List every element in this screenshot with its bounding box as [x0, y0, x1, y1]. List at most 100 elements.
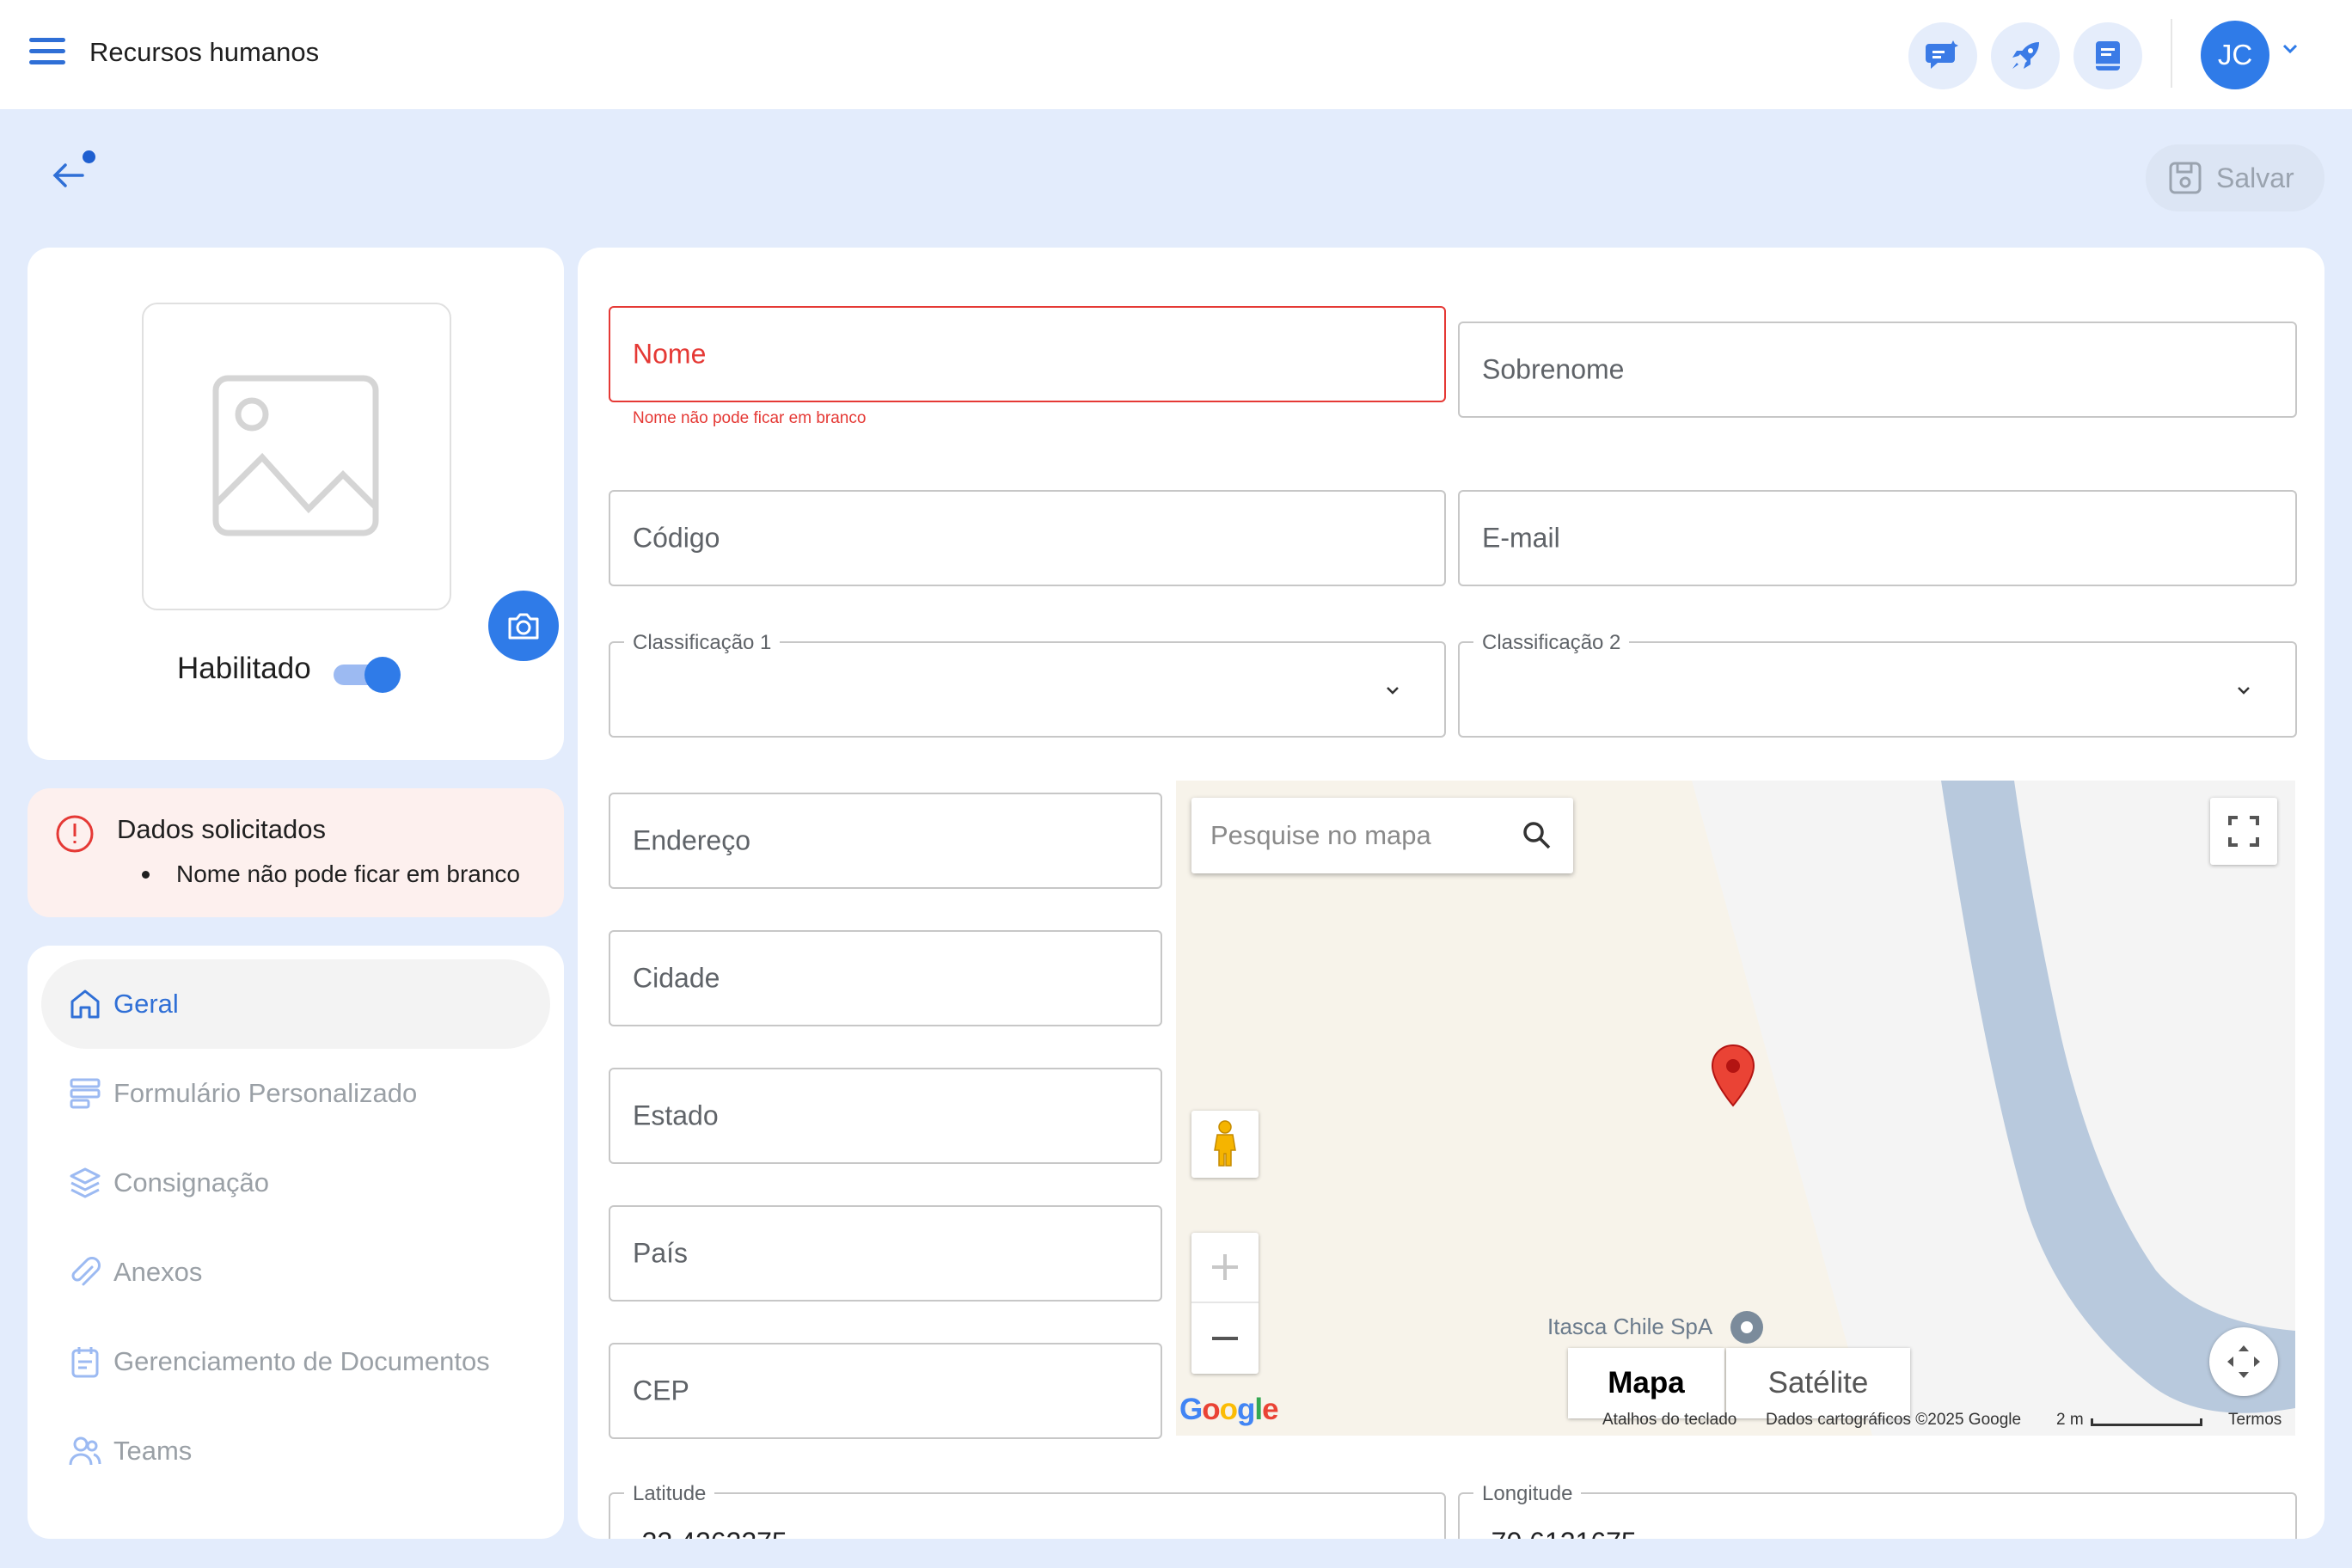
calendar-doc-icon [71, 1347, 99, 1378]
zoom-controls [1191, 1233, 1259, 1374]
codigo-field[interactable]: Código [609, 490, 1446, 586]
home-icon [70, 989, 100, 1019]
paperclip-icon [71, 1257, 101, 1286]
nav-item-formulario-personalizado[interactable]: Formulário Personalizado [41, 1049, 550, 1138]
map-place-label: Itasca Chile SpA [1547, 1314, 1713, 1339]
sobrenome-field[interactable]: Sobrenome [1458, 322, 2297, 418]
cidade-placeholder: Cidade [633, 962, 720, 994]
users-icon [69, 1436, 101, 1466]
pais-placeholder: País [633, 1237, 689, 1269]
map-camera-control[interactable] [2209, 1327, 2278, 1396]
unsaved-indicator-dot [83, 150, 95, 163]
sobrenome-placeholder: Sobrenome [1482, 353, 1625, 385]
nav-item-teams[interactable]: Teams [41, 1406, 550, 1496]
plus-icon [1212, 1254, 1238, 1280]
map-marker-icon[interactable] [1711, 1044, 1755, 1107]
pais-field[interactable]: País [609, 1205, 1162, 1302]
map-data-credit: Dados cartográficos ©2025 Google [1766, 1411, 2022, 1429]
latitude-value: -33.4262275 [633, 1527, 787, 1539]
classificacao2-label: Classificação 2 [1473, 631, 1630, 655]
nav-item-label: Teams [113, 1436, 193, 1466]
keyboard-shortcuts-link[interactable]: Atalhos do teclado [1602, 1411, 1736, 1430]
header-divider [2171, 19, 2172, 88]
nome-field[interactable]: Nome [609, 306, 1446, 402]
move-arrows-icon [2227, 1345, 2260, 1378]
fullscreen-button[interactable] [2210, 798, 2277, 865]
alert-circle-icon [56, 815, 94, 853]
map-scale-label: 2 m [2056, 1411, 2084, 1429]
rocket-icon[interactable] [1991, 22, 2060, 89]
form-icon [70, 1078, 101, 1109]
classificacao1-select[interactable]: Classificação 1 [609, 631, 1446, 738]
zoom-out-button[interactable] [1191, 1303, 1259, 1374]
map-search-input[interactable]: Pesquise no mapa [1191, 798, 1573, 873]
enabled-toggle[interactable] [334, 657, 401, 693]
cidade-field[interactable]: Cidade [609, 930, 1162, 1026]
floppy-disk-icon [2169, 162, 2202, 194]
alert-item: Nome não pode ficar em branco [113, 861, 520, 888]
longitude-field[interactable]: Longitude -70.6121675 [1458, 1482, 2297, 1539]
nome-placeholder: Nome [633, 338, 707, 370]
save-button[interactable]: Salvar [2146, 144, 2324, 211]
nav-item-anexos[interactable]: Anexos [41, 1228, 550, 1317]
camera-button[interactable] [488, 591, 559, 661]
map-scale-bar [2091, 1418, 2202, 1426]
map-terms-link[interactable]: Termos [2228, 1411, 2282, 1430]
email-placeholder: E-mail [1482, 522, 1560, 554]
map-search-placeholder: Pesquise no mapa [1210, 820, 1431, 850]
estado-field[interactable]: Estado [609, 1068, 1162, 1164]
google-logo: Google [1179, 1393, 1279, 1426]
app-header: Recursos humanos JC [0, 0, 2352, 109]
nome-error-message: Nome não pode ficar em branco [633, 409, 867, 427]
longitude-label: Longitude [1473, 1482, 1582, 1506]
book-icon[interactable] [2073, 22, 2142, 89]
classificacao2-select[interactable]: Classificação 2 [1458, 631, 2297, 738]
nav-item-label: Formulário Personalizado [113, 1078, 418, 1108]
chat-sparkle-icon[interactable] [1908, 22, 1977, 89]
classificacao1-label: Classificação 1 [624, 631, 781, 655]
chevron-down-icon [2238, 687, 2250, 695]
camera-icon [508, 613, 539, 640]
nav-item-label: Consignação [113, 1167, 269, 1197]
alert-title: Dados solicitados [117, 814, 326, 844]
layers-icon [70, 1167, 101, 1198]
fullscreen-icon [2228, 816, 2259, 847]
nav-item-label: Gerenciamento de Documentos [113, 1346, 490, 1376]
hamburger-menu-icon[interactable] [29, 38, 65, 72]
longitude-value: -70.6121675 [1482, 1527, 1637, 1539]
profile-photo-card: Habilitado [28, 248, 564, 760]
cep-field[interactable]: CEP [609, 1343, 1162, 1439]
street-view-pegman[interactable] [1191, 1111, 1259, 1178]
save-button-label: Salvar [2216, 162, 2294, 193]
map-type-satellite-button[interactable]: Satélite [1726, 1348, 1910, 1418]
nav-item-label: Anexos [113, 1257, 203, 1287]
nav-item-gerenciamento-documentos[interactable]: Gerenciamento de Documentos [41, 1317, 550, 1406]
minus-icon [1212, 1337, 1238, 1340]
zoom-in-button[interactable] [1191, 1233, 1259, 1303]
image-placeholder-icon [212, 375, 379, 536]
latitude-field[interactable]: Latitude -33.4262275 [609, 1482, 1446, 1539]
map-type-map-button[interactable]: Mapa [1568, 1348, 1724, 1418]
search-icon[interactable] [1522, 820, 1553, 851]
chevron-down-icon [1387, 687, 1399, 695]
nav-item-label: Geral [113, 989, 179, 1019]
required-data-alert: Dados solicitados Nome não pode ficar em… [28, 788, 564, 917]
app-title: Recursos humanos [89, 37, 320, 67]
email-field[interactable]: E-mail [1458, 490, 2297, 586]
enabled-label: Habilitado [177, 652, 311, 685]
chevron-down-icon[interactable] [2282, 43, 2299, 55]
codigo-placeholder: Código [633, 522, 720, 554]
photo-placeholder[interactable] [142, 303, 559, 661]
nav-item-geral[interactable]: Geral [41, 959, 550, 1049]
endereco-placeholder: Endereço [633, 824, 750, 856]
pegman-icon [1214, 1120, 1236, 1167]
place-pin-icon[interactable] [1728, 1308, 1766, 1346]
endereco-field[interactable]: Endereço [609, 793, 1162, 889]
estado-placeholder: Estado [633, 1099, 719, 1131]
nav-item-consignacao[interactable]: Consignação [41, 1138, 550, 1228]
section-nav: Geral Formulário Personalizado Consignaç… [28, 946, 564, 1539]
avatar[interactable]: JC [2201, 21, 2269, 89]
cep-placeholder: CEP [633, 1375, 689, 1406]
location-map[interactable]: Pesquise no mapa Itasca Chile SpA Mapa S… [1176, 781, 2295, 1436]
latitude-label: Latitude [624, 1482, 715, 1506]
